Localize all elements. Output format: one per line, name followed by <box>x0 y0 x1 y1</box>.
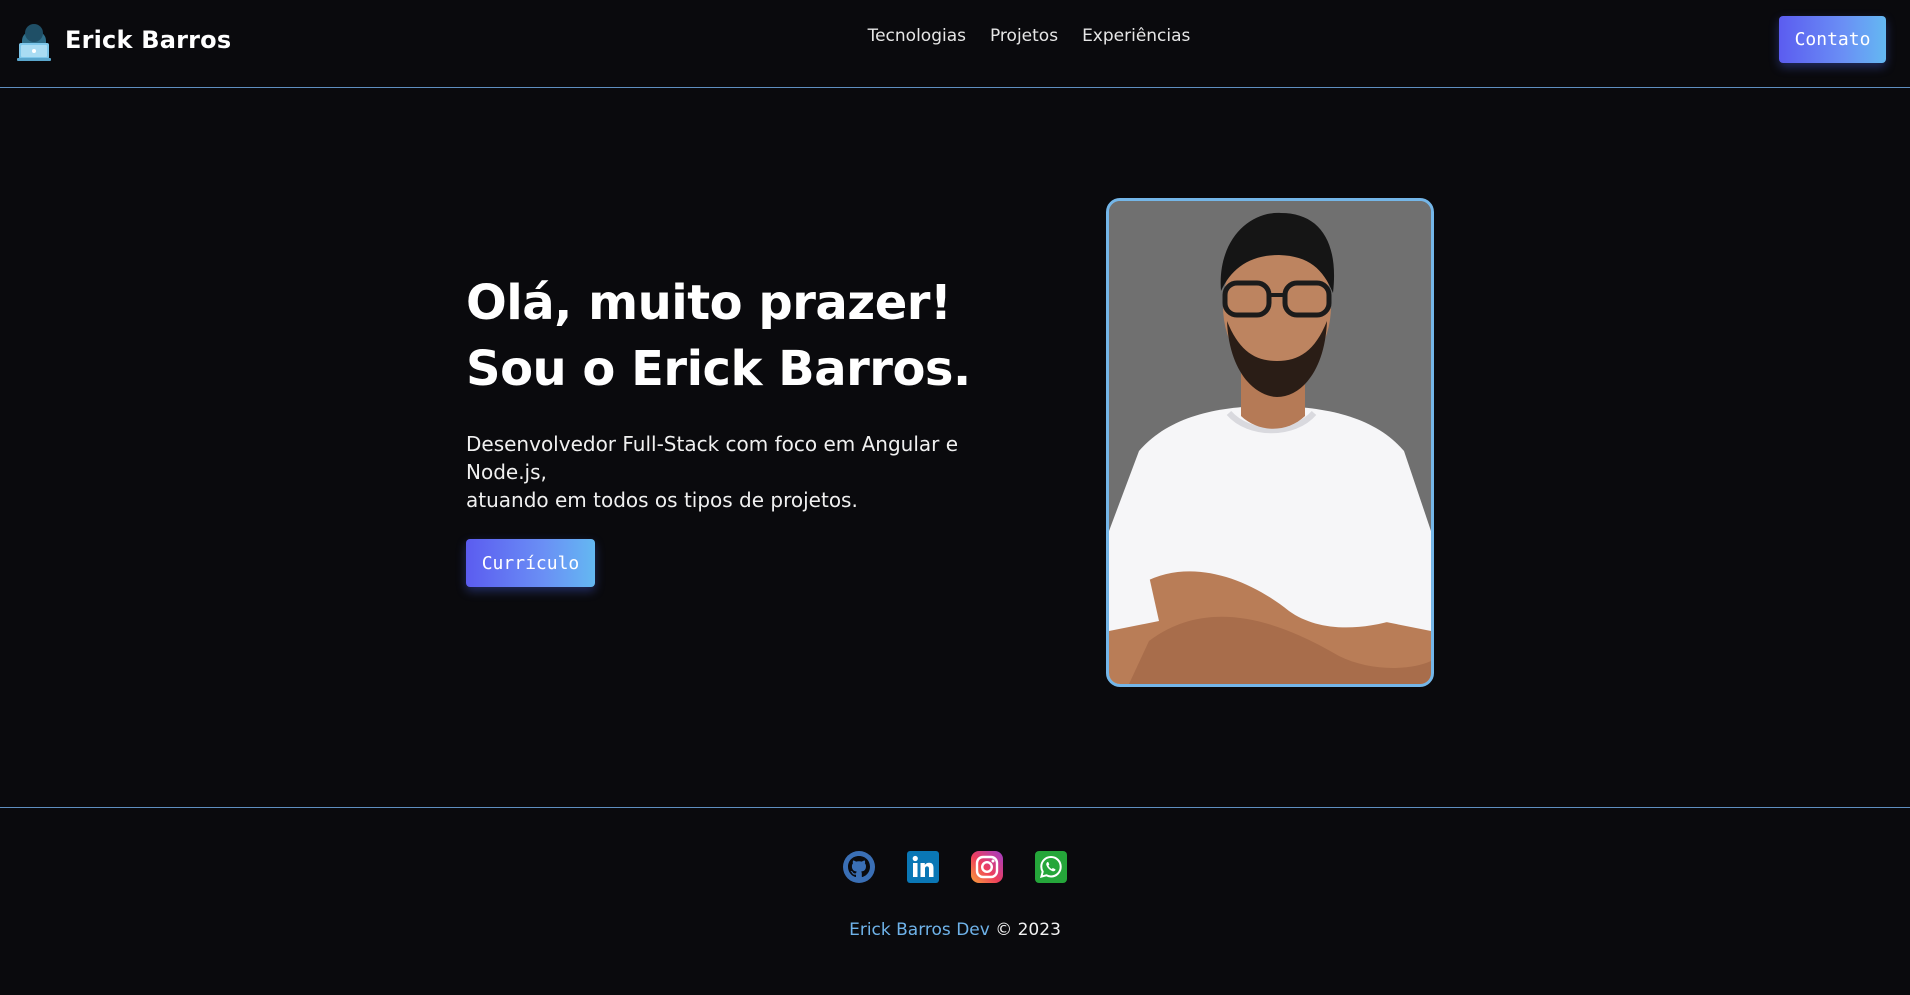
linkedin-icon[interactable] <box>906 850 940 884</box>
copyright-text: © 2023 <box>989 920 1061 940</box>
hero-heading-line2: Sou o Erick Barros. <box>466 341 971 397</box>
profile-photo <box>1106 198 1434 687</box>
hero-description-line2: atuando em todos os tipos de projetos. <box>466 488 858 512</box>
whatsapp-icon[interactable] <box>1034 850 1068 884</box>
hero-description-line1: Desenvolvedor Full-Stack com foco em Ang… <box>466 432 959 484</box>
nav-link-tecnologias[interactable]: Tecnologias <box>868 26 966 46</box>
instagram-icon[interactable] <box>970 850 1004 884</box>
nav-link-projetos[interactable]: Projetos <box>990 26 1058 46</box>
copyright-link[interactable]: Erick Barros Dev <box>849 920 990 940</box>
hero-description: Desenvolvedor Full-Stack com foco em Ang… <box>466 430 1026 514</box>
profile-photo-illustration <box>1109 201 1431 684</box>
curriculum-button[interactable]: Currículo <box>466 539 595 587</box>
social-links <box>0 850 1910 884</box>
hero-heading: Olá, muito prazer! Sou o Erick Barros. <box>466 270 1026 402</box>
navbar: Erick Barros Tecnologias Projetos Experi… <box>0 0 1910 88</box>
hero-text: Olá, muito prazer! Sou o Erick Barros. D… <box>466 270 1026 587</box>
footer: Erick Barros Dev © 2023 <box>0 807 1910 995</box>
hero-heading-line1: Olá, muito prazer! <box>466 275 952 331</box>
contact-button[interactable]: Contato <box>1779 16 1886 63</box>
nav-link-experiencias[interactable]: Experiências <box>1082 26 1190 46</box>
github-icon[interactable] <box>842 850 876 884</box>
copyright: Erick Barros Dev © 2023 <box>0 920 1910 940</box>
main-nav: Tecnologias Projetos Experiências <box>0 26 1910 46</box>
